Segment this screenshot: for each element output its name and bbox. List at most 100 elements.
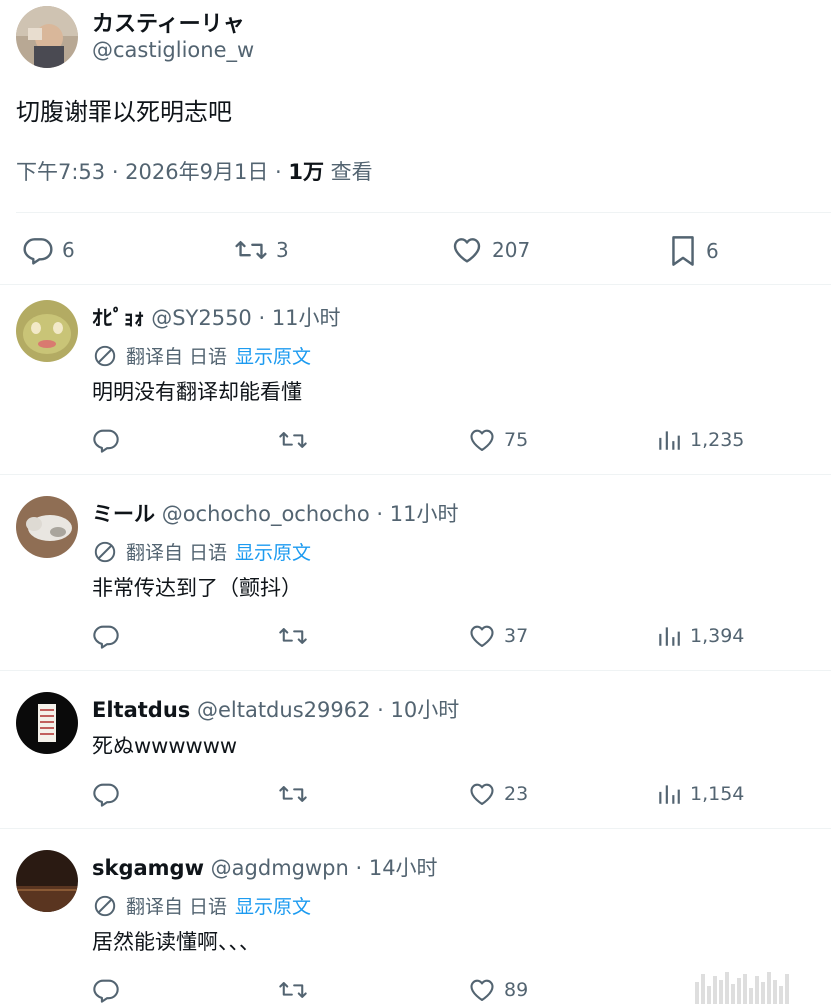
views-button[interactable]: 1,235 [656, 426, 744, 454]
reply-handle[interactable]: @SY2550 [151, 306, 252, 330]
retweet-button[interactable] [278, 780, 308, 808]
reply-icon [93, 783, 119, 807]
views-count: 1,394 [690, 625, 745, 647]
retweet-button[interactable] [278, 622, 308, 650]
translate-icon [94, 541, 116, 562]
reply-author[interactable]: ｵﾋﾟｮｫ @SY2550 · 11小时 [92, 302, 341, 332]
retweet-button[interactable] [278, 976, 308, 1004]
show-original-link[interactable]: 显示原文 [235, 342, 311, 369]
like-button[interactable]: 207 [450, 234, 530, 266]
divider [0, 670, 831, 671]
bookmark-button[interactable]: 6 [668, 234, 719, 268]
reply-text: 明明没有翻译却能看懂 [92, 380, 302, 404]
reply-time[interactable]: · 11小时 [370, 502, 458, 526]
divider [0, 284, 831, 285]
translation-note: 翻译自 日语 显示原文 [92, 892, 311, 919]
reply-icon [23, 238, 53, 265]
views-icon [659, 627, 680, 646]
reply-display-name[interactable]: skgamgw [92, 856, 204, 880]
tweet-meta: 下午7:53 · 2026年9月1日 · 1万 查看 [16, 156, 373, 186]
reply-button[interactable] [92, 622, 120, 650]
views-button[interactable]: 1,394 [656, 622, 744, 650]
retweet-icon [279, 982, 307, 998]
reply-handle[interactable]: @agdmgwpn [211, 856, 349, 880]
translate-icon [94, 895, 116, 916]
translation-language: 日语 [189, 896, 228, 918]
reply-author[interactable]: Eltatdus @eltatdus29962 · 10小时 [92, 694, 459, 724]
bookmark-icon [672, 236, 694, 266]
reply-button[interactable] [92, 426, 120, 454]
views-count: 1,154 [690, 783, 745, 805]
like-button[interactable]: 23 [468, 780, 528, 808]
show-original-link[interactable]: 显示原文 [235, 538, 311, 565]
reply-text: 居然能读懂啊、、、 [92, 930, 260, 954]
reply-count: 6 [62, 238, 75, 262]
reply-tweet[interactable]: Eltatdus @eltatdus29962 · 10小时 死ぬwwwwww … [0, 688, 831, 828]
reply-author[interactable]: skgamgw @agdmgwpn · 14小时 [92, 852, 438, 882]
reply-handle[interactable]: @eltatdus29962 [197, 698, 370, 722]
translation-note: 翻译自 日语 显示原文 [92, 538, 311, 565]
show-original-link[interactable]: 显示原文 [235, 892, 311, 919]
reply-button[interactable] [92, 976, 120, 1004]
divider [0, 474, 831, 475]
retweet-count: 3 [276, 238, 289, 262]
reply-avatar[interactable] [16, 496, 78, 558]
like-icon [453, 238, 481, 263]
translation-label: 翻译自 [126, 896, 184, 918]
like-icon [470, 429, 494, 451]
author-avatar[interactable] [16, 6, 78, 68]
like-count: 37 [504, 625, 529, 647]
reply-time[interactable]: · 10小时 [370, 698, 459, 722]
reply-display-name[interactable]: Eltatdus [92, 698, 190, 722]
reply-icon [93, 979, 119, 1003]
like-button[interactable]: 89 [468, 976, 528, 1004]
tweet-timestamp[interactable]: 下午7:53 · 2026年9月1日 · [16, 160, 288, 184]
reply-tweet[interactable]: ミール @ochocho_ochocho · 11小时 翻译自 日语 显示原文 … [0, 492, 831, 670]
reply-author[interactable]: ミール @ochocho_ochocho · 11小时 [92, 498, 458, 528]
views-count: 1,235 [690, 429, 745, 451]
retweet-button[interactable]: 3 [234, 234, 289, 266]
translation-language: 日语 [189, 542, 228, 564]
translation-label: 翻译自 [126, 346, 184, 368]
like-count: 75 [504, 429, 529, 451]
author-display-name[interactable]: カスティーリャ [92, 12, 245, 37]
tweet-text: 切腹谢罪以死明志吧 [16, 98, 232, 126]
like-count: 23 [504, 783, 529, 805]
like-count: 89 [504, 979, 529, 1001]
reply-tweet[interactable]: ｵﾋﾟｮｫ @SY2550 · 11小时 翻译自 日语 显示原文 明明没有翻译却… [0, 296, 831, 474]
retweet-button[interactable] [278, 426, 308, 454]
reply-display-name[interactable]: ミール [92, 502, 155, 526]
reply-time[interactable]: · 14小时 [349, 856, 437, 880]
reply-button[interactable]: 6 [22, 234, 75, 266]
bookmark-count: 6 [706, 239, 719, 263]
retweet-icon [279, 628, 307, 644]
views-button[interactable]: 1,154 [656, 780, 744, 808]
like-count: 207 [492, 238, 531, 262]
retweet-icon [279, 432, 307, 448]
retweet-icon [279, 786, 307, 802]
reply-avatar[interactable] [16, 300, 78, 362]
divider [0, 828, 831, 829]
translate-icon [94, 345, 116, 366]
reply-display-name[interactable]: ｵﾋﾟｮｫ [92, 306, 145, 330]
like-icon [470, 783, 494, 805]
like-button[interactable]: 75 [468, 426, 528, 454]
reply-handle[interactable]: @ochocho_ochocho [162, 502, 370, 526]
like-button[interactable]: 37 [468, 622, 528, 650]
translation-language: 日语 [189, 346, 228, 368]
reply-button[interactable] [92, 780, 120, 808]
like-icon [470, 625, 494, 647]
reply-avatar[interactable] [16, 850, 78, 912]
reply-icon [93, 625, 119, 649]
reply-text: 非常传达到了（颤抖） [92, 576, 302, 600]
views-count: 1万 [288, 160, 324, 184]
reply-time[interactable]: · 11小时 [252, 306, 340, 330]
views-icon [659, 431, 680, 450]
views-icon [659, 785, 680, 804]
reply-avatar[interactable] [16, 692, 78, 754]
author-name[interactable]: カスティーリャ [92, 6, 245, 38]
author-handle[interactable]: @castiglione_w [92, 38, 254, 62]
translation-note: 翻译自 日语 显示原文 [92, 342, 311, 369]
reply-text: 死ぬwwwwww [92, 734, 238, 758]
reply-icon [93, 429, 119, 453]
